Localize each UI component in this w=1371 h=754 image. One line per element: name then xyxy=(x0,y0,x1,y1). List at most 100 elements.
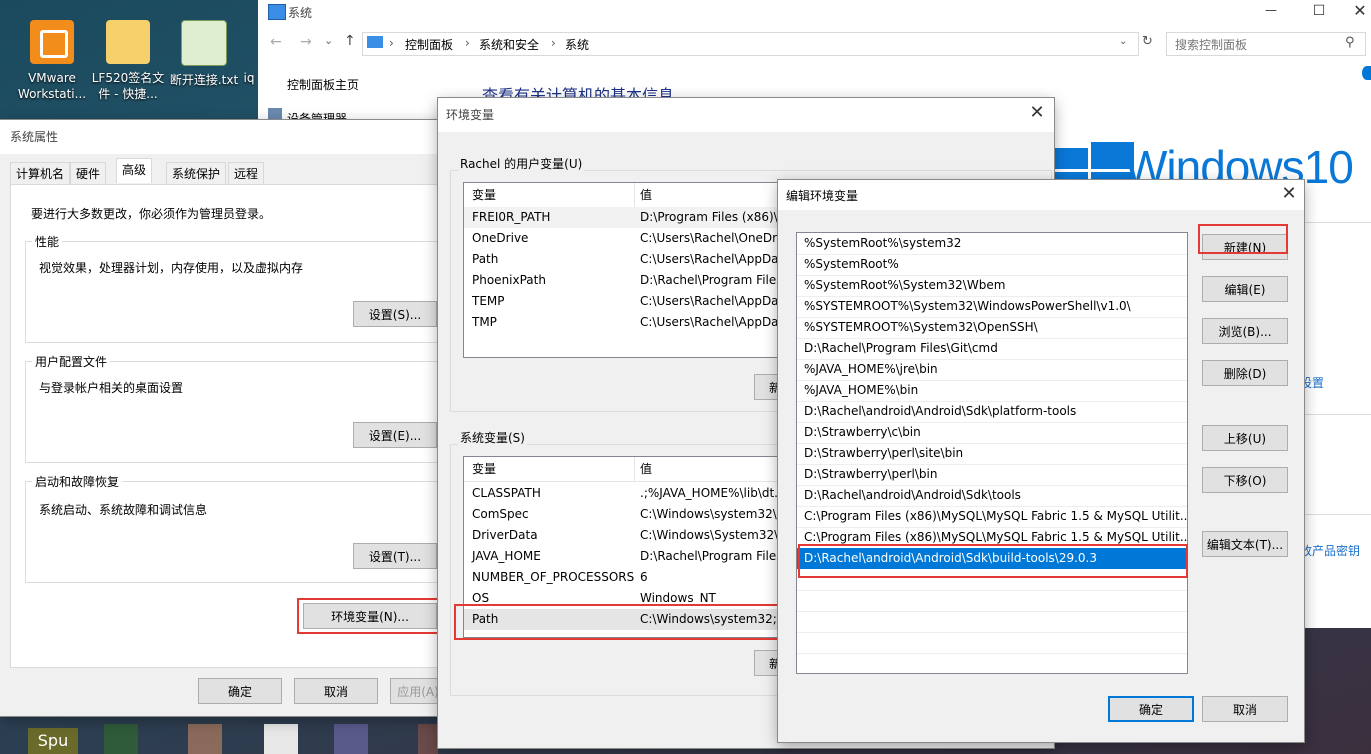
tab-system-protection[interactable]: 系统保护 xyxy=(166,162,227,185)
address-bar[interactable]: › 控制面板 › 系统和安全 › 系统 ⌄ xyxy=(362,32,1139,56)
back-arrow-icon[interactable]: ← xyxy=(270,34,282,50)
taskbar-thumb[interactable] xyxy=(334,724,368,754)
var-name: Path xyxy=(472,252,499,266)
search-input[interactable]: 搜索控制面板 ⚲ xyxy=(1166,32,1366,56)
table-row[interactable]: OneDrive C:\Users\Rachel\OneDri xyxy=(464,228,794,249)
table-row[interactable]: TEMP C:\Users\Rachel\AppDat xyxy=(464,291,794,312)
ok-button[interactable]: 确定 xyxy=(198,678,282,704)
taskbar-thumb[interactable] xyxy=(418,724,438,754)
vmware-icon xyxy=(30,20,74,64)
list-item[interactable]: D:\Rachel\android\Android\Sdk\tools xyxy=(797,485,1187,507)
delete-button[interactable]: 删除(D) xyxy=(1202,360,1288,386)
list-item[interactable]: %SYSTEMROOT%\System32\WindowsPowerShell\… xyxy=(797,296,1187,318)
var-name: NUMBER_OF_PROCESSORS xyxy=(472,570,635,584)
desktop-icon-vmware[interactable]: VMware Workstati... xyxy=(14,18,90,102)
help-icon[interactable] xyxy=(1362,66,1371,80)
desktop-icon-shortcut-folder[interactable]: LF520签名文件 - 快捷... xyxy=(90,18,166,102)
path-entry: D:\Rachel\Program Files\Git\cmd xyxy=(804,341,998,355)
taskbar-thumb[interactable] xyxy=(104,724,138,754)
sidebar-home-link[interactable]: 控制面板主页 xyxy=(287,76,359,93)
ok-button[interactable]: 确定 xyxy=(1108,696,1194,722)
user-vars-list[interactable]: 变量 值 FREI0R_PATH D:\Program Files (x86)\A… xyxy=(463,182,795,358)
list-item[interactable]: %SYSTEMROOT%\System32\OpenSSH\ xyxy=(797,317,1187,339)
column-header-variable[interactable]: 变量 xyxy=(472,457,496,481)
var-value: D:\Rachel\Program Files xyxy=(640,273,783,287)
edit-text-button[interactable]: 编辑文本(T)... xyxy=(1202,531,1288,557)
chevron-down-icon[interactable]: ⌄ xyxy=(324,34,333,47)
browse-button[interactable]: 浏览(B)... xyxy=(1202,318,1288,344)
column-header-value[interactable]: 值 xyxy=(640,183,652,207)
list-item[interactable]: D:\Strawberry\c\bin xyxy=(797,422,1187,444)
chevron-down-icon[interactable]: ⌄ xyxy=(1119,36,1127,47)
var-name: FREI0R_PATH xyxy=(472,210,551,224)
table-row[interactable]: JAVA_HOME D:\Rachel\Program Files xyxy=(464,546,794,567)
close-icon[interactable]: ✕ xyxy=(1022,102,1052,123)
highlight-box xyxy=(1198,224,1288,254)
table-row[interactable]: DriverData C:\Windows\System32\D xyxy=(464,525,794,546)
breadcrumb-system[interactable]: 系统 xyxy=(565,36,589,53)
column-divider xyxy=(634,183,635,207)
forward-arrow-icon[interactable]: → xyxy=(300,34,312,50)
startup-settings-button[interactable]: 设置(T)... xyxy=(353,543,437,569)
taskbar-app-thumb[interactable]: Spu xyxy=(28,728,78,754)
cancel-button[interactable]: 取消 xyxy=(294,678,378,704)
breadcrumb-control-panel[interactable]: 控制面板 xyxy=(405,36,453,53)
move-down-button[interactable]: 下移(O) xyxy=(1202,467,1288,493)
performance-settings-button[interactable]: 设置(S)... xyxy=(353,301,437,327)
search-placeholder: 搜索控制面板 xyxy=(1175,38,1248,52)
table-row[interactable]: NUMBER_OF_PROCESSORS 6 xyxy=(464,567,794,588)
var-value: C:\Users\Rachel\AppDat xyxy=(640,294,784,308)
list-item[interactable]: D:\Strawberry\perl\bin xyxy=(797,464,1187,486)
desktop-icon-text-file[interactable]: 断开连接.txt xyxy=(166,18,242,88)
table-row[interactable]: TMP C:\Users\Rachel\AppDat xyxy=(464,312,794,333)
path-entry: D:\Rachel\android\Android\Sdk\tools xyxy=(804,488,1021,502)
tab-hardware[interactable]: 硬件 xyxy=(70,162,107,185)
minimize-icon[interactable]: — xyxy=(1256,0,1286,24)
tab-remote[interactable]: 远程 xyxy=(228,162,265,185)
desktop-icon-partial[interactable]: iq xyxy=(238,18,260,86)
column-divider xyxy=(634,457,635,481)
var-value: C:\Users\Rachel\OneDri xyxy=(640,231,781,245)
close-icon[interactable]: ✕ xyxy=(1348,0,1371,24)
profiles-settings-button[interactable]: 设置(E)... xyxy=(353,422,437,448)
path-entry: C:\Program Files (x86)\MySQL\MySQL Fabri… xyxy=(804,509,1187,523)
list-item[interactable]: D:\Strawberry\perl\site\bin xyxy=(797,443,1187,465)
tab-computer-name[interactable]: 计算机名 xyxy=(10,162,71,185)
var-value: C:\Windows\System32\D xyxy=(640,528,788,542)
maximize-icon[interactable]: ☐ xyxy=(1304,0,1334,24)
tab-advanced[interactable]: 高级 xyxy=(116,158,153,183)
table-row[interactable]: CLASSPATH .;%JAVA_HOME%\lib\dt. xyxy=(464,483,794,504)
column-header-value[interactable]: 值 xyxy=(640,457,652,481)
cancel-button[interactable]: 取消 xyxy=(1202,696,1288,722)
var-name: TMP xyxy=(472,315,497,329)
path-entry: D:\Strawberry\perl\bin xyxy=(804,467,938,481)
dialog-title: 编辑环境变量 xyxy=(786,189,859,203)
list-item[interactable]: %SystemRoot%\System32\Wbem xyxy=(797,275,1187,297)
taskbar-thumb[interactable] xyxy=(264,724,298,754)
table-row[interactable]: FREI0R_PATH D:\Program Files (x86)\A xyxy=(464,207,794,228)
list-item[interactable]: C:\Program Files (x86)\MySQL\MySQL Fabri… xyxy=(797,506,1187,528)
table-row[interactable]: PhoenixPath D:\Rachel\Program Files xyxy=(464,270,794,291)
breadcrumb-system-security[interactable]: 系统和安全 xyxy=(479,36,539,53)
user-vars-label: Rachel 的用户变量(U) xyxy=(458,155,585,172)
list-item[interactable]: %JAVA_HOME%\bin xyxy=(797,380,1187,402)
column-header-variable[interactable]: 变量 xyxy=(472,183,496,207)
up-arrow-icon[interactable]: ↑ xyxy=(344,33,356,49)
group-label: 用户配置文件 xyxy=(32,353,111,370)
move-up-button[interactable]: 上移(U) xyxy=(1202,425,1288,451)
list-item[interactable]: D:\Rachel\android\Android\Sdk\platform-t… xyxy=(797,401,1187,423)
list-item[interactable]: %SystemRoot% xyxy=(797,254,1187,276)
path-entries-list[interactable]: %SystemRoot%\system32 %SystemRoot% %Syst… xyxy=(796,232,1188,674)
refresh-icon[interactable]: ↻ xyxy=(1142,34,1153,49)
list-item[interactable]: %SystemRoot%\system32 xyxy=(797,233,1187,255)
edit-button[interactable]: 编辑(E) xyxy=(1202,276,1288,302)
change-product-key-link[interactable]: 改产品密钥 xyxy=(1300,542,1360,559)
taskbar-thumb[interactable] xyxy=(188,724,222,754)
list-item[interactable]: D:\Rachel\Program Files\Git\cmd xyxy=(797,338,1187,360)
list-item[interactable]: %JAVA_HOME%\jre\bin xyxy=(797,359,1187,381)
close-icon[interactable]: ✕ xyxy=(1274,183,1304,204)
taskbar-app-label: Spu xyxy=(37,731,69,750)
window-title: 系统 xyxy=(288,6,313,20)
table-row[interactable]: Path C:\Users\Rachel\AppDat xyxy=(464,249,794,270)
table-row[interactable]: ComSpec C:\Windows\system32\c xyxy=(464,504,794,525)
